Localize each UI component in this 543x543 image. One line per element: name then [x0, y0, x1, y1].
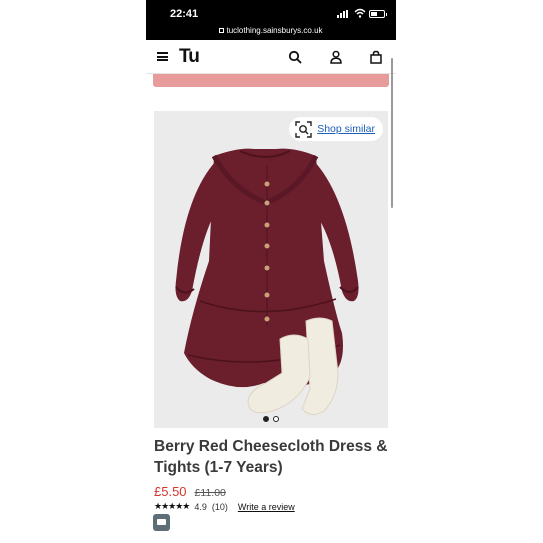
account-icon[interactable]: [329, 50, 343, 64]
site-header: Tu: [146, 40, 396, 74]
visual-search-icon: [295, 120, 312, 138]
carousel-dots: [146, 416, 396, 422]
battery-icon: [369, 10, 387, 18]
price-row: £5.50 £11.00: [154, 484, 226, 499]
status-time: 22:41: [170, 8, 199, 20]
url-text: tuclothing.sainsburys.co.uk: [226, 26, 323, 35]
lock-icon: [219, 28, 225, 33]
promo-banner[interactable]: [153, 74, 389, 87]
product-image: [175, 148, 359, 415]
original-price: £11.00: [194, 487, 226, 499]
scrollbar[interactable]: [391, 58, 393, 208]
bag-icon[interactable]: [369, 50, 383, 64]
search-icon[interactable]: [288, 50, 302, 64]
status-bar: 22:41 tuclothing.sainsburys.co.uk: [146, 0, 396, 40]
shop-similar-button[interactable]: Shop similar: [289, 117, 383, 141]
carousel-dot-1[interactable]: [263, 416, 269, 422]
product-image-card[interactable]: Shop similar: [154, 111, 388, 428]
phone-screen: 22:41 tuclothing.sainsburys.co.uk Tu Sho…: [146, 0, 396, 543]
shop-similar-label: Shop similar: [317, 123, 375, 135]
chat-icon[interactable]: [153, 514, 170, 531]
carousel-dot-2[interactable]: [273, 416, 279, 422]
write-review-link[interactable]: Write a review: [238, 502, 295, 512]
rating-row: ★★★★★ 4.9 (10) Write a review: [154, 501, 295, 512]
star-rating: ★★★★★: [154, 501, 190, 511]
product-title: Berry Red Cheesecloth Dress & Tights (1-…: [154, 438, 388, 476]
menu-icon[interactable]: [157, 52, 168, 61]
review-count[interactable]: (10): [212, 502, 228, 512]
sale-price: £5.50: [154, 484, 187, 499]
rating-value: 4.9: [194, 501, 207, 512]
signal-icon: [337, 10, 351, 18]
wifi-icon: [354, 8, 366, 18]
site-logo[interactable]: Tu: [179, 46, 200, 68]
address-bar[interactable]: tuclothing.sainsburys.co.uk: [146, 26, 396, 35]
